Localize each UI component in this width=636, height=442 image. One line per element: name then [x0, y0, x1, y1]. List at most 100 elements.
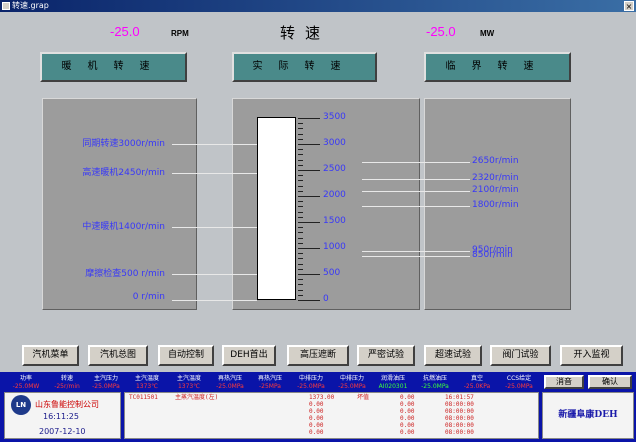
- overspeed-test-button[interactable]: 超速试验: [424, 345, 482, 366]
- scale-major-tick: [298, 300, 320, 301]
- window-titlebar: 转速.grap ×: [0, 0, 636, 12]
- status-header: 再热汽压: [257, 375, 282, 382]
- scale-minor-tick: [298, 289, 303, 291]
- turbine-menu-button[interactable]: 汽机菜单: [22, 345, 79, 366]
- scale-minor-tick: [298, 201, 303, 203]
- power-readout: -25.0: [426, 24, 456, 39]
- window-title: 转速.grap: [12, 1, 49, 10]
- status-value: -25.0MPa: [338, 383, 366, 390]
- company-panel: LN 山东鲁能控制公司 16:11:25 2007-12-10: [4, 392, 121, 439]
- critical-speed-mark-label: 850r/min: [472, 249, 513, 260]
- scale-label: 1000: [323, 242, 346, 252]
- critical-speed-label: 临界转速: [424, 52, 571, 82]
- scale-minor-tick: [298, 237, 303, 239]
- scale-label: 1500: [323, 216, 346, 226]
- scale-major-tick: [298, 196, 320, 197]
- warm-speed-mark-line: [172, 172, 257, 174]
- scale-minor-tick: [298, 180, 303, 182]
- scale-minor-tick: [298, 211, 303, 213]
- warm-speed-mark-label: 同期转速3000r/min: [82, 139, 165, 149]
- critical-speed-mark-line: [362, 190, 470, 192]
- scale-minor-tick: [298, 263, 303, 265]
- critical-speed-mark-line: [362, 255, 470, 257]
- auto-control-button[interactable]: 自动控制: [158, 345, 214, 366]
- close-icon[interactable]: ×: [624, 1, 634, 11]
- speed-readout: -25.0: [110, 24, 140, 39]
- scale-label: 0: [323, 294, 329, 304]
- warm-speed-label: 暖机转速: [40, 52, 187, 82]
- status-header: 中排压力: [339, 375, 364, 382]
- status-value: -25.0MPa: [297, 383, 325, 390]
- scale-minor-tick: [298, 242, 303, 244]
- scale-major-tick: [298, 222, 320, 223]
- turbine-overview-button[interactable]: 汽机总图: [88, 345, 148, 366]
- scale-minor-tick: [298, 159, 303, 161]
- scale-label: 500: [323, 268, 341, 278]
- scale-major-tick: [298, 248, 320, 249]
- status-header: 主汽压力: [93, 375, 118, 382]
- scale-minor-tick: [298, 149, 303, 151]
- hp-trip-button[interactable]: 高压遮断: [287, 345, 349, 366]
- status-value: -25.0MPa: [505, 383, 533, 390]
- warm-speed-mark-line: [172, 300, 257, 301]
- scale-minor-tick: [298, 190, 303, 192]
- status-header: 功率: [19, 375, 32, 382]
- app-icon: [2, 2, 10, 10]
- scale-label: 3500: [323, 112, 346, 122]
- critical-speed-mark-line: [362, 162, 470, 164]
- scale-major-tick: [298, 274, 320, 275]
- status-header: CCS给定: [506, 375, 532, 382]
- valve-test-button[interactable]: 阀门试验: [490, 345, 551, 366]
- speed-unit: RPM: [171, 29, 189, 38]
- di-monitor-button[interactable]: 开入监视: [560, 345, 623, 366]
- status-header: 再热汽压: [217, 375, 242, 382]
- status-value: -25.0KPa: [463, 383, 491, 390]
- clock-date: 2007-12-10: [39, 427, 86, 436]
- scale-minor-tick: [298, 284, 303, 286]
- critical-speed-mark-line: [362, 179, 470, 181]
- scale-minor-tick: [298, 258, 303, 260]
- status-header: 中排压力: [298, 375, 323, 382]
- status-header: 主汽温度: [176, 375, 201, 382]
- alarm-list: TC011501 主蒸汽温度(左) 1373.00 0.00 0.00 0.00…: [124, 392, 539, 439]
- warm-speed-mark-label: 0 r/min: [132, 292, 165, 302]
- status-header: 主汽温度: [134, 375, 159, 382]
- scale-minor-tick: [298, 133, 303, 135]
- alarm-limit: 0.00 0.00 0.00 0.00 0.00 0.00: [400, 394, 415, 436]
- actual-speed-label: 实际转速: [232, 52, 377, 82]
- status-value: -25.0MPa: [92, 383, 120, 390]
- status-header: 转速: [60, 375, 73, 382]
- status-value: -25.0MPa: [421, 383, 449, 390]
- scale-minor-tick: [298, 123, 303, 125]
- deh-first-out-button[interactable]: DEH首出: [222, 345, 276, 366]
- scale-major-tick: [298, 118, 320, 119]
- alarm-tag: TC011501: [129, 394, 158, 401]
- critical-speed-mark-label: 2650r/min: [472, 156, 519, 167]
- alarm-desc: 主蒸汽温度(左): [175, 394, 219, 401]
- critical-speed-mark-line: [362, 206, 470, 208]
- clock-time: 16:11:25: [43, 412, 79, 421]
- status-value: -25MPa: [258, 383, 281, 390]
- critical-speed-mark-label: 1800r/min: [472, 200, 519, 211]
- alarm-time: 16:01:57 08:00:00 08:00:00 08:00:00 08:0…: [445, 394, 474, 436]
- scale-minor-tick: [298, 253, 303, 255]
- warm-speed-mark-label: 高速暖机2450r/min: [82, 167, 165, 178]
- status-value: -25.0MW: [12, 383, 40, 390]
- scale-minor-tick: [298, 232, 303, 234]
- silence-button[interactable]: 消音: [544, 375, 584, 389]
- tightness-test-button[interactable]: 严密试验: [357, 345, 415, 366]
- speed-bar: [257, 117, 296, 300]
- warm-speed-mark-line: [172, 274, 257, 275]
- scale-minor-tick: [298, 175, 303, 177]
- scale-label: 2500: [323, 164, 346, 174]
- warm-speed-mark-line: [172, 144, 257, 145]
- scale-minor-tick: [298, 138, 303, 140]
- confirm-button[interactable]: 确认: [588, 375, 632, 389]
- scale-minor-tick: [298, 268, 303, 270]
- status-value: AI020301: [378, 383, 408, 390]
- critical-speed-mark-label: 2100r/min: [472, 184, 519, 195]
- scale-minor-tick: [298, 164, 303, 166]
- scale-minor-tick: [298, 185, 303, 187]
- warm-speed-mark-label: 中速暖机1400r/min: [82, 222, 165, 233]
- power-unit: MW: [480, 29, 495, 38]
